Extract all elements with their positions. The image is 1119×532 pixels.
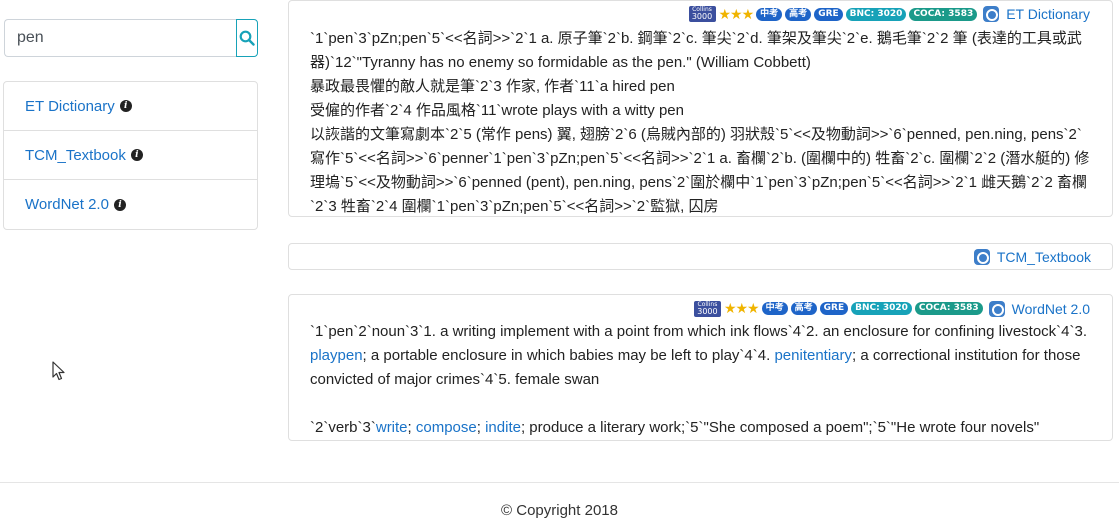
dictionary-source-icon bbox=[973, 249, 990, 265]
mouse-cursor-icon bbox=[52, 361, 65, 381]
info-icon[interactable]: i bbox=[119, 100, 132, 112]
star-rating-icon: ★★★ bbox=[723, 300, 760, 316]
definition-line: 受僱的作者`2`4 作品風格`11`wrote plays with a wit… bbox=[310, 102, 684, 119]
info-icon[interactable]: i bbox=[113, 198, 126, 211]
noun-definitions: `1`pen`2`noun`3`1. a writing implement w… bbox=[310, 323, 1088, 388]
search-bar bbox=[4, 19, 258, 57]
card-header: Collins 3000 ★★★ 中考 高考 GRE BNC: 3020 COC… bbox=[289, 1, 1112, 23]
star-rating-icon: ★★★ bbox=[718, 5, 755, 22]
gaokao-badge: 高考 bbox=[790, 302, 817, 315]
search-button[interactable] bbox=[236, 19, 258, 57]
result-card-wordnet: Collins 3000 ★★★ 中考 高考 GRE BNC: 3020 COC… bbox=[288, 294, 1113, 441]
gaokao-badge: 高考 bbox=[785, 7, 812, 21]
dictionary-source-icon bbox=[988, 300, 1005, 317]
source-link[interactable]: TCM_Textbook bbox=[997, 249, 1091, 265]
search-icon bbox=[239, 30, 255, 46]
compose-link[interactable]: compose bbox=[416, 419, 477, 436]
coca-badge: COCA: 3583 bbox=[909, 7, 978, 21]
sidebar-item-et-dictionary[interactable]: ET Dictionary i bbox=[4, 82, 257, 131]
definition-line: 暴政最畏懼的敵人就是筆`2`3 作家, 作者`11`a hired pen bbox=[310, 78, 675, 95]
footer-copyright: © Copyright 2018 bbox=[501, 502, 618, 519]
sidebar-item-tcm-textbook[interactable]: TCM_Textbook i bbox=[4, 131, 257, 180]
dictionary-list: ET Dictionary i TCM_Textbook i WordNet 2… bbox=[3, 81, 258, 230]
sidebar-item-label: ET Dictionary bbox=[25, 97, 115, 115]
card-header: TCM_Textbook bbox=[289, 244, 1112, 266]
bnc-badge: BNC: 3020 bbox=[845, 7, 907, 21]
indite-link[interactable]: indite bbox=[485, 419, 521, 436]
write-link[interactable]: write bbox=[376, 419, 408, 436]
definition-line: 以詼諧的文筆寫劇本`2`5 (常作 pens) 翼, 翅膀`2`6 (烏賊內部的… bbox=[310, 126, 1090, 215]
sidebar-item-wordnet[interactable]: WordNet 2.0 i bbox=[4, 180, 257, 229]
zhongkao-badge: 中考 bbox=[761, 302, 788, 315]
footer-divider bbox=[0, 482, 1119, 483]
definition-text: `1`pen`3`pZn;pen`5`<<名詞>>`2`1 a. 原子筆`2`b… bbox=[289, 23, 1112, 216]
zhongkao-badge: 中考 bbox=[756, 7, 783, 21]
source-link[interactable]: WordNet 2.0 bbox=[1012, 301, 1090, 317]
playpen-link[interactable]: playpen bbox=[310, 347, 363, 364]
info-icon[interactable]: i bbox=[130, 149, 143, 161]
dictionary-source-icon bbox=[983, 6, 1000, 22]
verb-definitions: `2`verb`3`write; compose; indite; produc… bbox=[310, 419, 1040, 436]
result-card-tcm-textbook: TCM_Textbook bbox=[288, 243, 1113, 270]
gre-badge: GRE bbox=[819, 302, 849, 315]
search-input[interactable] bbox=[4, 19, 236, 57]
penitentiary-link[interactable]: penitentiary bbox=[774, 347, 852, 364]
definition-line: `1`pen`3`pZn;pen`5`<<名詞>>`2`1 a. 原子筆`2`b… bbox=[310, 30, 1082, 71]
result-card-et-dictionary: Collins 3000 ★★★ 中考 高考 GRE BNC: 3020 COC… bbox=[288, 0, 1113, 217]
card-header: Collins 3000 ★★★ 中考 高考 GRE BNC: 3020 COC… bbox=[289, 295, 1112, 317]
coca-badge: COCA: 3583 bbox=[914, 302, 983, 315]
sidebar-item-label: TCM_Textbook bbox=[25, 146, 126, 164]
definition-text: `1`pen`2`noun`3`1. a writing implement w… bbox=[289, 317, 1112, 440]
sidebar-item-label: WordNet 2.0 bbox=[25, 196, 109, 213]
bnc-badge: BNC: 3020 bbox=[851, 302, 912, 315]
source-link[interactable]: ET Dictionary bbox=[1006, 6, 1090, 22]
collins-3000-badge: Collins 3000 bbox=[688, 6, 716, 22]
collins-3000-badge: Collins 3000 bbox=[693, 300, 721, 317]
gre-badge: GRE bbox=[814, 7, 843, 21]
